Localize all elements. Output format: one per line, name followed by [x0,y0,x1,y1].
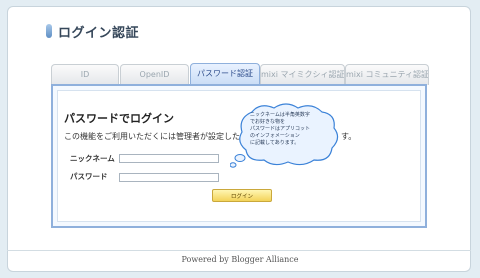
tooltip-text: ニックネームは半角英数字 でお好きな物を パスワードはアプリコット のインフォメ… [250,112,326,147]
tab-openid[interactable]: OpenID [120,64,189,85]
tooltip-line: でお好きな物を [250,119,286,125]
nickname-field[interactable] [119,154,219,163]
tab-mixi-community-auth[interactable]: mixi コミュニティ認証 [345,64,429,85]
tab-mixi-mymixi-auth[interactable]: mixi マイミクシィ認証 [260,64,345,85]
tooltip-line: パスワードはアプリコット [250,126,311,132]
footer-credit: Powered by Blogger Alliance [181,255,299,264]
page-title: ログイン認証 [58,26,140,41]
help-tooltip-bubble: ニックネームは半角英数字 でお好きな物を パスワードはアプリコット のインフォメ… [229,102,358,172]
tab-password-auth[interactable]: パスワード認証 [190,63,260,86]
title-marker-icon [46,24,52,38]
tooltip-line: のインフォメーション [250,133,300,139]
password-field[interactable] [119,173,219,182]
description-text: この機能をご利用いただくには管理者が設定した [64,132,240,141]
footer-divider [7,250,471,251]
nickname-label: ニックネーム [70,154,115,163]
tooltip-line: ニックネームは半角英数字 [250,112,310,118]
tab-id[interactable]: ID [51,64,119,85]
login-button[interactable]: ログイン [212,189,272,202]
login-description: この機能をご利用いただくには管理者が設定した す。 [64,131,356,142]
password-label: パスワード [70,172,108,181]
tooltip-line: に記載してあります。 [250,140,300,146]
login-heading: パスワードでログイン [64,112,174,125]
